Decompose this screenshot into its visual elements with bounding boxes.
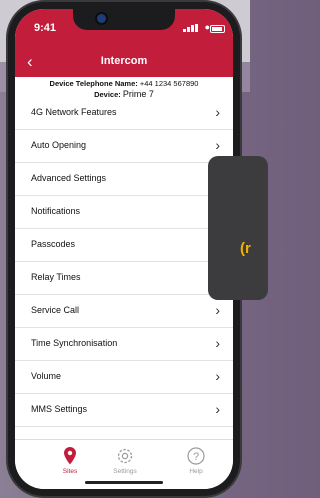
menu-item-advanced-settings[interactable]: Advanced Settings xyxy=(15,163,233,196)
phone-notch xyxy=(73,9,175,30)
chevron-right-icon: › xyxy=(215,335,220,351)
overlay-text: (r xyxy=(240,240,251,257)
menu-item-service-call[interactable]: Service Call › xyxy=(15,295,233,328)
menu-item-auto-opening[interactable]: Auto Opening › xyxy=(15,130,233,163)
menu-item-time-synchronisation[interactable]: Time Synchronisation › xyxy=(15,328,233,361)
signal-icon xyxy=(183,24,199,32)
device-phone-label: Device Telephone Name: xyxy=(49,79,138,88)
menu-item-passcodes[interactable]: Passcodes xyxy=(15,229,233,262)
phone-screen: 9:41 ● ‹ Intercom Device Telephone Name:… xyxy=(15,9,233,489)
menu-item-label: Advanced Settings xyxy=(31,173,107,183)
gear-icon xyxy=(117,448,133,464)
page-title: Intercom xyxy=(100,55,148,67)
tab-label: Sites xyxy=(62,468,78,475)
menu-item-label: Volume xyxy=(31,371,62,381)
menu-item-label: Time Synchronisation xyxy=(31,338,118,348)
svg-text:?: ? xyxy=(193,451,199,463)
chevron-right-icon: › xyxy=(215,302,220,318)
phone-frame: 9:41 ● ‹ Intercom Device Telephone Name:… xyxy=(8,2,240,496)
menu-item-label: MMS Settings xyxy=(31,404,88,414)
help-icon: ? xyxy=(187,447,205,465)
status-time: 9:41 xyxy=(34,22,57,34)
chevron-right-icon: › xyxy=(215,104,220,120)
menu-item-volume[interactable]: Volume › xyxy=(15,361,233,394)
battery-icon xyxy=(210,25,225,33)
home-indicator xyxy=(85,481,163,484)
menu-item-label: 4G Network Features xyxy=(31,107,117,117)
settings-list: 4G Network Features › Auto Opening › Advan… xyxy=(15,97,233,427)
chevron-right-icon: › xyxy=(215,137,220,153)
device-phone-value: +44 1234 567890 xyxy=(139,79,199,88)
menu-item-relay-times[interactable]: Relay Times xyxy=(15,262,233,295)
overlay-panel: (r xyxy=(208,156,268,300)
menu-item-label: Passcodes xyxy=(31,239,76,249)
tab-sites[interactable]: Sites xyxy=(50,446,90,475)
menu-item-label: Service Call xyxy=(31,305,80,315)
chevron-right-icon: › xyxy=(215,368,220,384)
location-pin-icon xyxy=(64,447,76,465)
menu-item-mms-settings[interactable]: MMS Settings › xyxy=(15,394,233,427)
menu-item-notifications[interactable]: Notifications xyxy=(15,196,233,229)
tab-label: Help xyxy=(189,468,203,475)
menu-item-4g-network-features[interactable]: 4G Network Features › xyxy=(15,97,233,130)
nav-bar: ‹ Intercom xyxy=(15,47,233,77)
tab-label: Settings xyxy=(113,468,137,475)
tab-settings[interactable]: Settings xyxy=(105,446,145,475)
chevron-right-icon: › xyxy=(215,401,220,417)
menu-item-label: Auto Opening xyxy=(31,140,87,150)
tab-help[interactable]: ? Help xyxy=(176,446,216,475)
menu-item-label: Relay Times xyxy=(31,272,81,282)
camera-icon xyxy=(97,14,106,23)
menu-item-label: Notifications xyxy=(31,206,81,216)
